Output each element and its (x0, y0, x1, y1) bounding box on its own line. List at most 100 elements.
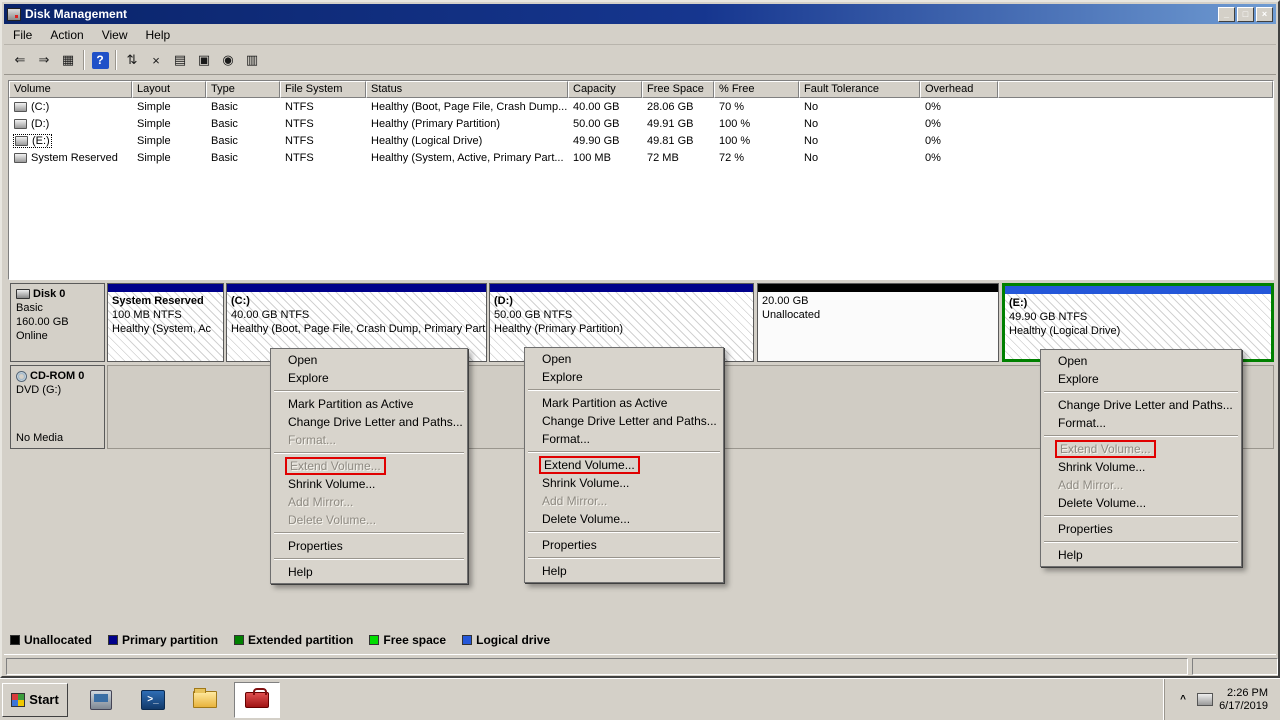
partition-system-reserved[interactable]: System Reserved 100 MB NTFS Healthy (Sys… (107, 283, 224, 362)
menu-help[interactable]: Help (137, 26, 180, 44)
menu-separator (1044, 541, 1238, 543)
server-manager-icon (90, 690, 112, 710)
column-header-pct-free[interactable]: % Free (714, 81, 799, 98)
disk0-info-panel[interactable]: Disk 0 Basic 160.00 GB Online (10, 283, 105, 362)
menu-item-change-drive-letter[interactable]: Change Drive Letter and Paths... (272, 413, 466, 431)
menu-item-shrink-volume[interactable]: Shrink Volume... (272, 475, 466, 493)
menu-item-open[interactable]: Open (272, 351, 466, 369)
properties-button[interactable]: ▤ (168, 49, 192, 72)
partition-title: (C:) (231, 294, 482, 308)
menu-item-extend-volume[interactable]: Extend Volume... (526, 456, 722, 474)
menu-item-help[interactable]: Help (1042, 546, 1240, 564)
views-button[interactable]: ▥ (240, 49, 264, 72)
legend-item-free-space: Free space (369, 633, 446, 647)
powershell-icon (141, 690, 165, 710)
start-button[interactable]: Start (2, 683, 68, 717)
menu-file[interactable]: File (4, 26, 41, 44)
menu-item-format[interactable]: Format... (526, 430, 722, 448)
table-row-c[interactable]: (C:) Simple Basic NTFS Healthy (Boot, Pa… (9, 98, 1273, 115)
extend-volume-highlight: Extend Volume... (285, 457, 386, 475)
disk-management-taskbar-button[interactable] (234, 682, 280, 718)
column-header-volume[interactable]: Volume (9, 81, 132, 98)
menu-item-help[interactable]: Help (526, 562, 722, 580)
menu-item-open[interactable]: Open (1042, 352, 1240, 370)
screen: Disk Management _ □ × File Action View H… (0, 0, 1280, 720)
forward-button[interactable]: ⇒ (32, 49, 56, 72)
menu-item-extend-volume: Extend Volume... (1042, 440, 1240, 458)
menu-item-properties[interactable]: Properties (272, 537, 466, 555)
pct-free-cell: 72 % (714, 151, 799, 165)
delete-icon: × (152, 53, 160, 68)
export-list-button[interactable]: ⇅ (120, 49, 144, 72)
menu-view[interactable]: View (93, 26, 137, 44)
show-hidden-icons-chevron[interactable] (1175, 692, 1191, 708)
back-button[interactable]: ⇐ (8, 49, 32, 72)
powershell-button[interactable] (130, 682, 176, 718)
menu-item-help[interactable]: Help (272, 563, 466, 581)
pct-free-cell: 70 % (714, 100, 799, 114)
menu-item-mark-partition-active[interactable]: Mark Partition as Active (526, 394, 722, 412)
column-header-type[interactable]: Type (206, 81, 280, 98)
volume-cell: (C:) (9, 100, 132, 114)
menu-item-explore[interactable]: Explore (272, 369, 466, 387)
partition-status: Healthy (System, Ac (112, 322, 219, 336)
help-button[interactable]: ? (88, 49, 112, 72)
clock[interactable]: 2:26 PM 6/17/2019 (1219, 687, 1272, 713)
cdrom-name: CD-ROM 0 (30, 369, 84, 383)
table-row-system-reserved[interactable]: System Reserved Simple Basic NTFS Health… (9, 149, 1273, 166)
minimize-button[interactable]: _ (1218, 7, 1235, 22)
close-button[interactable]: × (1256, 7, 1273, 22)
clock-time: 2:26 PM (1219, 687, 1268, 700)
free-space-cell: 49.81 GB (642, 134, 714, 148)
table-row-d[interactable]: (D:) Simple Basic NTFS Healthy (Primary … (9, 115, 1273, 132)
tray-device-icon[interactable] (1197, 693, 1213, 706)
menu-separator (528, 557, 720, 559)
menu-item-delete-volume[interactable]: Delete Volume... (1042, 494, 1240, 512)
column-header-free-space[interactable]: Free Space (642, 81, 714, 98)
find-button[interactable]: ◉ (216, 49, 240, 72)
delete-button[interactable]: × (144, 49, 168, 72)
table-row-e[interactable]: (E:) Simple Basic NTFS Healthy (Logical … (9, 132, 1273, 149)
open-button[interactable]: ▣ (192, 49, 216, 72)
maximize-button[interactable]: □ (1237, 7, 1254, 22)
start-label: Start (29, 692, 59, 707)
menu-item-format[interactable]: Format... (1042, 414, 1240, 432)
menu-separator (1044, 515, 1238, 517)
disk0-size: 160.00 GB (16, 315, 99, 329)
menu-item-mark-partition-active[interactable]: Mark Partition as Active (272, 395, 466, 413)
menu-item-properties[interactable]: Properties (526, 536, 722, 554)
cdrom-info-panel[interactable]: CD-ROM 0 DVD (G:) No Media (10, 365, 105, 449)
volume-name: (E:) (32, 135, 50, 147)
menu-separator (528, 389, 720, 391)
file-system-cell: NTFS (280, 151, 366, 165)
menu-separator (1044, 435, 1238, 437)
volume-icon (14, 102, 27, 112)
menu-action[interactable]: Action (41, 26, 92, 44)
free-space-cell: 72 MB (642, 151, 714, 165)
column-header-capacity[interactable]: Capacity (568, 81, 642, 98)
unallocated-swatch (10, 635, 20, 645)
column-header-layout[interactable]: Layout (132, 81, 206, 98)
layout-cell: Simple (132, 134, 206, 148)
menu-item-change-drive-letter[interactable]: Change Drive Letter and Paths... (526, 412, 722, 430)
column-header-status[interactable]: Status (366, 81, 568, 98)
status-bar (4, 654, 1276, 676)
unallocated-space[interactable]: 20.00 GB Unallocated (757, 283, 999, 362)
toolbar: ⇐ ⇒ ▦ ? ⇅ × ▤ ▣ ◉ ▥ (4, 46, 1276, 75)
column-header-file-system[interactable]: File System (280, 81, 366, 98)
menu-item-change-drive-letter[interactable]: Change Drive Letter and Paths... (1042, 396, 1240, 414)
menu-item-open[interactable]: Open (526, 350, 722, 368)
focus-rectangle: (E:) (14, 135, 51, 147)
column-header-fault-tolerance[interactable]: Fault Tolerance (799, 81, 920, 98)
console-tree-button[interactable]: ▦ (56, 49, 80, 72)
menu-item-explore[interactable]: Explore (1042, 370, 1240, 388)
server-manager-button[interactable] (78, 682, 124, 718)
menu-item-shrink-volume[interactable]: Shrink Volume... (1042, 458, 1240, 476)
menu-item-properties[interactable]: Properties (1042, 520, 1240, 538)
menu-item-explore[interactable]: Explore (526, 368, 722, 386)
menu-item-shrink-volume[interactable]: Shrink Volume... (526, 474, 722, 492)
menu-item-delete-volume[interactable]: Delete Volume... (526, 510, 722, 528)
column-header-overhead[interactable]: Overhead (920, 81, 998, 98)
fault-tolerance-cell: No (799, 134, 920, 148)
file-explorer-button[interactable] (182, 682, 228, 718)
